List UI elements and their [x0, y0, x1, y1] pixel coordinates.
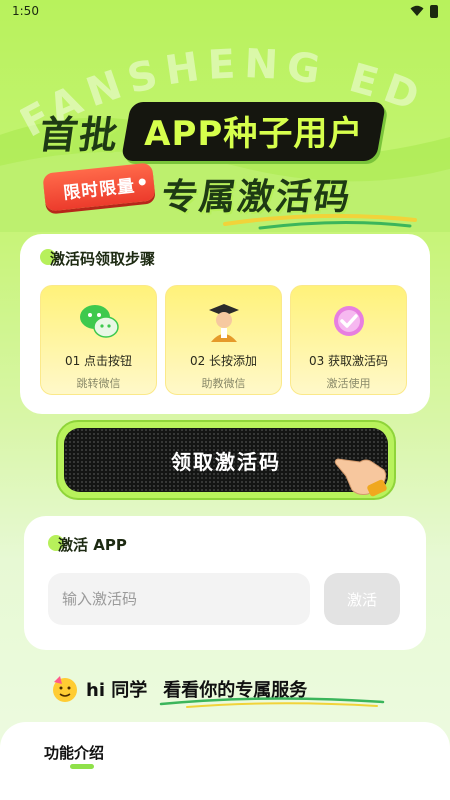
claim-code-button-wrap: 领取激活码: [56, 420, 396, 500]
step-title: 03 获取激活码: [308, 354, 389, 368]
activate-title: 激活 APP: [58, 536, 127, 554]
battery-icon: [430, 4, 438, 18]
step-teacher[interactable]: 02 长按添加 助教微信: [165, 285, 282, 395]
greeting-hi: hi 同学: [86, 680, 148, 701]
step-subtitle: 激活使用: [326, 377, 371, 390]
headline-app-pill: APP种子用户: [120, 102, 387, 161]
steps-title: 激活码领取步骤: [50, 250, 156, 268]
step-subtitle: 助教微信: [201, 377, 246, 390]
greeting-underline: [160, 697, 385, 708]
status-icons: [410, 4, 438, 18]
party-face-icon: [53, 676, 77, 702]
steps-card: 激活码领取步骤 01 点击按钮 跳转微信 02 长按添加 助教微信 03 获取激…: [20, 234, 430, 414]
limited-tag-label: 限时限量: [62, 175, 137, 204]
steps-row: 01 点击按钮 跳转微信 02 长按添加 助教微信 03 获取激活码 激活使用: [40, 285, 410, 395]
wifi-icon: [410, 5, 424, 16]
step-wechat[interactable]: 01 点击按钮 跳转微信: [40, 285, 157, 395]
activate-row: 激活: [48, 573, 402, 625]
headline-swoosh: [223, 213, 417, 230]
status-bar: 1:50: [0, 0, 450, 22]
greeting-service: 看看你的专属服务: [160, 676, 385, 708]
teacher-icon: [208, 304, 239, 342]
headline-row-1: 首批 APP种子用户: [36, 102, 387, 161]
step-subtitle: 跳转微信: [76, 377, 121, 390]
features-title-text: 功能介绍: [44, 744, 105, 762]
features-card: 功能介绍: [0, 722, 450, 800]
features-title: 功能介绍: [44, 742, 105, 769]
activation-code-input[interactable]: [48, 573, 310, 625]
activate-card: 激活 APP 激活: [24, 516, 426, 650]
tag-hole: [138, 178, 147, 186]
claim-code-label: 领取激活码: [171, 449, 281, 474]
hero-banner: FANSHENG EDU 首批 APP种子用户 限时限量 专属激活码: [0, 22, 450, 232]
headline-app: APP种子用户: [144, 114, 364, 154]
pointing-hand-icon: [334, 458, 387, 497]
greeting-row: hi 同学 看看你的专属服务: [50, 674, 385, 708]
activate-section-title: 激活 APP: [48, 534, 402, 555]
activate-button[interactable]: 激活: [324, 573, 400, 625]
step-get-code[interactable]: 03 获取激活码 激活使用: [290, 285, 407, 395]
claim-code-button[interactable]: 领取激活码: [64, 428, 388, 497]
step-title: 02 长按添加: [189, 354, 258, 368]
wechat-icon: [79, 305, 119, 338]
step-title: 01 点击按钮: [64, 354, 133, 368]
status-time: 1:50: [12, 4, 39, 18]
headline-first: 首批: [36, 113, 123, 157]
check-badge-icon: [333, 306, 364, 336]
steps-section-title: 激活码领取步骤: [40, 248, 410, 269]
features-underline: [70, 764, 94, 769]
